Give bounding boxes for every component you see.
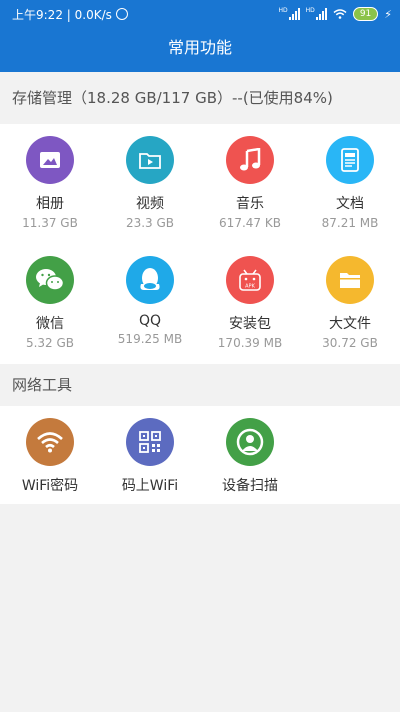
storage-item-name: 文档: [336, 196, 364, 212]
storage-item-large-files[interactable]: 大文件 30.72 GB: [300, 244, 400, 364]
signal-icon: [288, 8, 300, 20]
network-item-name: WiFi密码: [21, 478, 79, 494]
storage-item-name: 大文件: [329, 316, 371, 332]
header: 上午9:22 | 0.0K/s HD HD 91 ⚡ 常用功能: [0, 0, 400, 72]
signal-icon: [315, 8, 327, 20]
storage-item-size: 519.25 MB: [117, 332, 183, 346]
apk-icon: APK: [226, 256, 274, 304]
cell-signal-1: HD: [279, 8, 300, 20]
storage-item-size: 11.37 GB: [22, 216, 78, 230]
storage-item-name: QQ: [138, 313, 162, 329]
svg-text:APK: APK: [245, 284, 255, 290]
qr-code-icon: [126, 418, 174, 466]
status-bar: 上午9:22 | 0.0K/s HD HD 91 ⚡: [0, 0, 400, 28]
storage-item-size: 87.21 MB: [321, 216, 379, 230]
storage-item-size: 170.39 MB: [217, 336, 283, 350]
storage-grid: 相册 11.37 GB 视频 23.3 GB 音乐 617.47 KB 文档 8…: [0, 124, 400, 364]
document-icon: [326, 136, 374, 184]
cell-signal-2: HD: [306, 8, 327, 20]
qq-icon: [126, 256, 174, 304]
storage-item-size: 617.47 KB: [219, 216, 281, 230]
wifi-status-icon: [333, 9, 347, 19]
storage-item-documents[interactable]: 文档 87.21 MB: [300, 124, 400, 244]
alarm-icon: [115, 8, 128, 20]
network-item-name: 码上WiFi: [121, 478, 179, 494]
network-item-name: 设备扫描: [222, 478, 278, 494]
music-note-icon: [226, 136, 274, 184]
storage-item-name: 微信: [36, 316, 64, 332]
status-time-speed: 上午9:22 | 0.0K/s: [12, 7, 112, 22]
storage-item-size: 5.32 GB: [25, 336, 75, 350]
storage-item-apk[interactable]: APK 安装包 170.39 MB: [200, 244, 300, 364]
storage-item-wechat[interactable]: 微信 5.32 GB: [0, 244, 100, 364]
network-item-device-scan[interactable]: 设备扫描: [200, 406, 300, 504]
network-grid: WiFi密码 码上WiFi 设备扫描: [0, 406, 400, 504]
storage-item-name: 相册: [36, 196, 64, 212]
storage-item-qq[interactable]: QQ 519.25 MB: [100, 244, 200, 364]
storage-item-photos[interactable]: 相册 11.37 GB: [0, 124, 100, 244]
page-title: 常用功能: [167, 38, 232, 57]
video-folder-icon: [126, 136, 174, 184]
storage-item-size: 30.72 GB: [322, 336, 378, 350]
storage-section-label: 存储管理（18.28 GB/117 GB）--(已使用84%): [12, 89, 333, 107]
storage-item-name: 安装包: [229, 316, 271, 332]
wechat-icon: [26, 256, 74, 304]
network-item-wifi-password[interactable]: WiFi密码: [0, 406, 100, 504]
wifi-icon: [26, 418, 74, 466]
network-section-label: 网络工具: [0, 364, 400, 406]
photo-icon: [26, 136, 74, 184]
folder-icon: [326, 256, 374, 304]
storage-item-name: 视频: [136, 196, 164, 212]
network-item-qr-wifi[interactable]: 码上WiFi: [100, 406, 200, 504]
device-scan-icon: [226, 418, 274, 466]
storage-item-videos[interactable]: 视频 23.3 GB: [100, 124, 200, 244]
storage-item-size: 23.3 GB: [125, 216, 175, 230]
storage-item-music[interactable]: 音乐 617.47 KB: [200, 124, 300, 244]
battery-indicator: 91: [352, 7, 379, 21]
storage-item-name: 音乐: [236, 196, 264, 212]
charging-icon: ⚡: [384, 7, 392, 21]
